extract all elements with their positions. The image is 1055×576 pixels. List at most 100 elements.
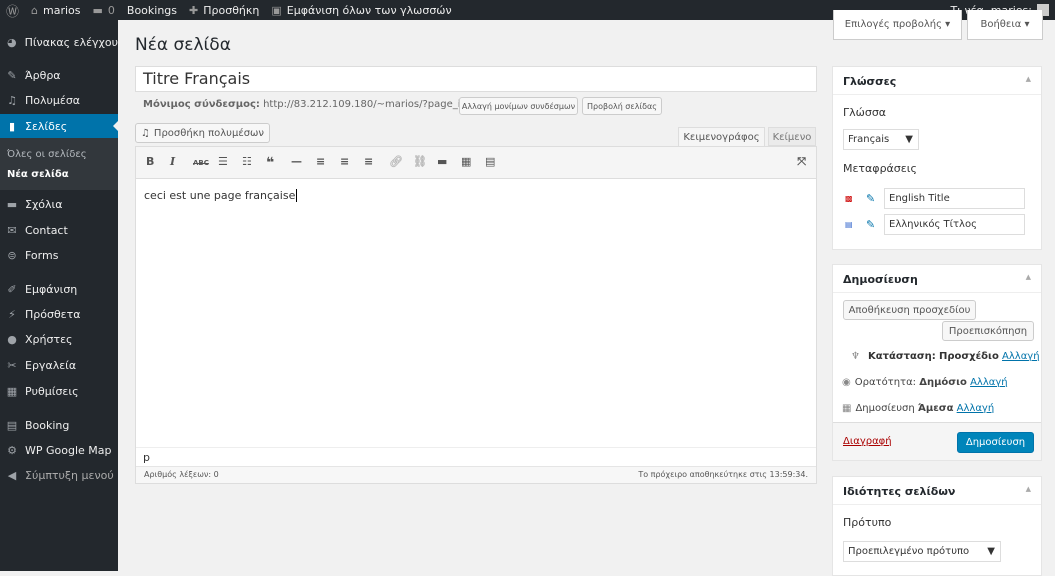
screen-options-button[interactable]: Επιλογές προβολής ▾ [833,10,962,40]
save-draft-button[interactable]: Αποθήκευση προσχεδίου [843,300,976,320]
add-new-link[interactable]: ✚ Προσθήκη [183,0,265,20]
menu-label: Ρυθμίσεις [25,384,79,398]
status-value: Προσχέδιο [938,351,999,362]
read-more-icon[interactable]: ▬ [437,155,447,168]
title-input[interactable]: Titre Français [135,66,817,92]
editor-text: ceci est une page française [144,189,296,202]
template-select[interactable]: Προεπιλεγμένο πρότυπο ▼ [843,541,1001,562]
menu-appearance[interactable]: ✐ Εμφάνιση [0,277,118,301]
page-attributes-box: Ιδιότητες σελίδων ▲ Πρότυπο Προεπιλεγμένο… [832,476,1042,576]
editor-content[interactable]: ceci est une page française [136,179,816,447]
menu-contact[interactable]: ✉ Contact [0,218,118,242]
menu-media[interactable]: ♫ Πολυμέσα [0,88,118,112]
menu-label: Booking [25,418,70,432]
box-title: Δημοσίευση [843,273,918,286]
blockquote-icon[interactable]: ❝ [266,155,274,171]
fullscreen-icon[interactable]: ⤧ [797,155,806,169]
active-arrow [108,121,118,131]
edit-translation-icon[interactable]: ✎ [866,192,875,205]
submenu-new-page[interactable]: Νέα σελίδα [7,169,69,180]
bold-icon[interactable]: B [146,155,154,168]
languages-link[interactable]: ▣ Εμφάνιση όλων των γλωσσών [265,0,457,20]
greek-flag-icon: ▤ [845,220,853,229]
delete-link[interactable]: Διαγραφή [843,436,892,447]
visibility-label: Ορατότητα: [854,377,917,388]
comments-link[interactable]: ▬ 0 [87,0,121,20]
menu-forms[interactable]: ⊜ Forms [0,243,118,267]
italic-icon[interactable]: I [170,155,175,168]
menu-comments[interactable]: ▬ Σχόλια [0,192,118,216]
plus-icon: ✚ [189,3,199,17]
translation-input-el[interactable]: Ελληνικός Τίτλος [884,214,1025,235]
menu-booking[interactable]: ▤ Booking [0,413,118,437]
booking-shortcode-icon[interactable]: ▤ [485,155,495,168]
align-left-icon[interactable]: ≡ [316,155,325,168]
schedule-value: Άμεσα [917,403,954,414]
bookings-link[interactable]: Bookings [121,0,183,20]
language-value: Français [848,134,890,145]
language-select[interactable]: Français ▼ [843,129,919,150]
toolbar-toggle-icon[interactable]: ▦ [461,155,471,168]
menu-google-map[interactable]: ⚙ WP Google Map [0,438,118,462]
horizontal-line-icon[interactable]: — [291,155,302,168]
edit-translation-icon[interactable]: ✎ [866,218,875,231]
menu-pages[interactable]: ▮ Σελίδες [0,114,118,138]
user-icon: ● [7,332,17,346]
pin-icon: ♆ [851,351,860,362]
home-icon: ⌂ [31,3,38,17]
template-label: Πρότυπο [843,516,892,529]
box-title: Γλώσσες [843,75,897,88]
numbered-list-icon[interactable]: ☷ [242,155,252,168]
translation-input-en[interactable]: English Title [884,188,1025,209]
menu-settings[interactable]: ▦ Ρυθμίσεις [0,379,118,403]
menu-label: Σχόλια [25,197,63,211]
menu-dashboard[interactable]: ◕ Πίνακας ελέγχου [0,30,118,54]
menu-label: WP Google Map [25,443,112,457]
pin-icon: ✎ [7,68,17,82]
edit-visibility-link[interactable]: Αλλαγή [970,377,1008,388]
menu-plugins[interactable]: ⚡ Πρόσθετα [0,302,118,326]
strikethrough-icon[interactable]: ABC [193,159,209,167]
menu-label: Forms [25,248,59,262]
link-icon[interactable]: 🔗︎ [389,155,403,168]
menu-label: Πρόσθετα [25,307,81,321]
text-cursor [296,189,298,202]
box-title: Ιδιότητες σελίδων [843,485,956,498]
change-permalink-button[interactable]: Αλλαγή μονίμων συνδέσμων [459,97,578,115]
bullet-list-icon[interactable]: ☰ [218,155,228,168]
edit-schedule-link[interactable]: Αλλαγή [957,403,995,414]
collapse-arrow-icon[interactable]: ▲ [1026,75,1031,83]
collapse-arrow-icon[interactable]: ▲ [1026,485,1031,493]
collapse-arrow-icon[interactable]: ▲ [1026,273,1031,281]
wordpress-logo-icon[interactable]: Ⓦ [0,0,25,20]
calendar-icon: ▤ [6,418,18,432]
template-value: Προεπιλεγμένο πρότυπο [848,546,970,557]
view-page-button[interactable]: Προβολή σελίδας [582,97,662,115]
menu-posts[interactable]: ✎ Άρθρα [0,63,118,87]
unlink-icon[interactable]: ⛓ [413,155,427,168]
tab-text[interactable]: Κείμενο [768,127,816,146]
menu-tools[interactable]: ✂ Εργαλεία [0,353,118,377]
menu-users[interactable]: ● Χρήστες [0,327,118,351]
align-right-icon[interactable]: ≡ [364,155,373,168]
align-center-icon[interactable]: ≡ [340,155,349,168]
menu-label: Εμφάνιση [25,282,78,296]
status-row: ♆ Κατάσταση: Προσχέδιο Αλλαγή [851,351,1040,362]
publish-button[interactable]: Δημοσίευση [957,432,1034,453]
preview-button[interactable]: Προεπισκόπηση [942,321,1034,341]
site-link[interactable]: ⌂ marios [25,0,86,20]
calendar-icon: ▦ [842,403,852,414]
media-icon: ♫ [140,127,150,139]
schedule-row: ▦ Δημοσίευση Άμεσα Αλλαγή [842,403,994,414]
languages-label: Εμφάνιση όλων των γλωσσών [286,3,452,17]
tab-visual[interactable]: Κειμενογράφος [678,127,765,147]
submenu-all-pages[interactable]: Όλες οι σελίδες [7,149,87,160]
permalink-url[interactable]: http://83.212.109.180/~marios/?page_id=1… [263,99,488,110]
add-media-label: Προσθήκη πολυμέσων [153,127,265,139]
add-media-button[interactable]: ♫ Προσθήκη πολυμέσων [135,123,270,143]
publish-actions: Διαγραφή Δημοσίευση [833,422,1041,460]
edit-status-link[interactable]: Αλλαγή [1002,351,1040,362]
menu-label: Άρθρα [25,68,61,82]
help-button[interactable]: Βοήθεια ▾ [967,10,1043,40]
collapse-menu[interactable]: ◀ Σύμπτυξη μενού [0,463,118,487]
